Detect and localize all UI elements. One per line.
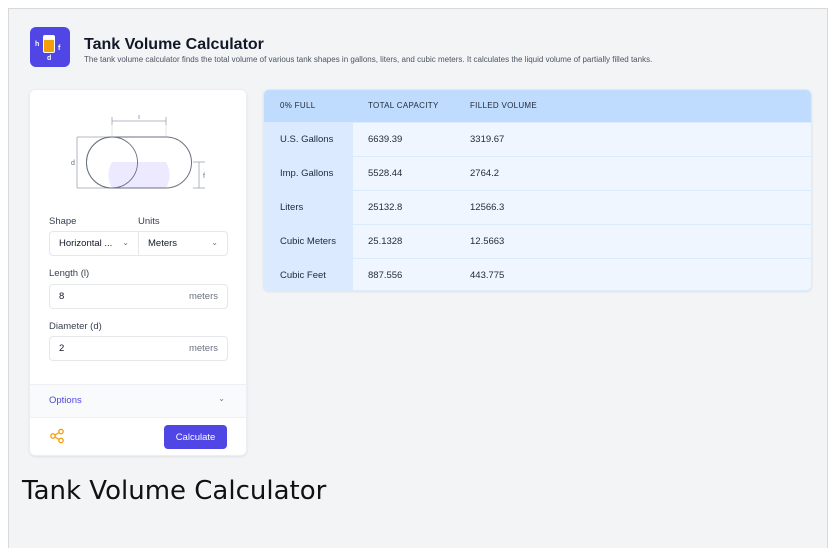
row-filled: 12.5663 — [470, 236, 505, 247]
table-row: Liters 25132.8 12566.3 — [264, 190, 811, 224]
row-unit: Cubic Feet — [280, 270, 326, 281]
table-header: 0% FULL TOTAL CAPACITY FILLED VOLUME — [264, 90, 811, 122]
input-card: l d f Shape Units Horizontal ... ⌄ Meter… — [29, 89, 247, 456]
icon-d-label: d — [47, 55, 52, 62]
diameter-input[interactable]: 2 meters — [49, 336, 228, 361]
units-label: Units — [138, 216, 160, 227]
icon-h-label: h — [35, 41, 40, 48]
tank-diagram: l d f — [71, 115, 205, 189]
table-row: U.S. Gallons 6639.39 3319.67 — [264, 122, 811, 156]
table-row: Cubic Meters 25.1328 12.5663 — [264, 224, 811, 258]
chevron-down-icon: ⌄ — [211, 238, 218, 247]
row-unit: Imp. Gallons — [280, 168, 334, 179]
length-value: 8 — [59, 291, 65, 302]
header: h f d Tank Volume Calculator The tank vo… — [30, 27, 810, 72]
row-total: 25.1328 — [368, 236, 403, 247]
page-subtitle: The tank volume calculator finds the tot… — [84, 55, 653, 64]
row-total: 6639.39 — [368, 134, 403, 145]
row-total: 887.556 — [368, 270, 403, 281]
chevron-down-icon: ⌄ — [122, 238, 129, 247]
shape-label: Shape — [49, 216, 77, 227]
column-header: FILLED VOLUME — [470, 101, 538, 110]
row-unit: U.S. Gallons — [280, 134, 334, 145]
row-filled: 3319.67 — [470, 134, 505, 145]
diagram-fill-label: f — [203, 173, 205, 180]
row-unit: Cubic Meters — [280, 236, 336, 247]
column-header: 0% FULL — [280, 101, 316, 110]
results-table: 0% FULL TOTAL CAPACITY FILLED VOLUME U.S… — [263, 89, 812, 291]
diameter-unit: meters — [188, 343, 218, 354]
row-unit: Liters — [280, 202, 304, 213]
units-select-value: Meters — [148, 238, 178, 249]
row-filled: 443.775 — [470, 270, 505, 281]
diagram-diameter-label: d — [71, 160, 75, 167]
table-row: Cubic Feet 887.556 443.775 — [264, 258, 811, 290]
shape-select-value: Horizontal ... — [59, 238, 113, 249]
chevron-down-icon: ⌄ — [218, 394, 225, 403]
diameter-value: 2 — [59, 343, 65, 354]
page-caption: Tank Volume Calculator — [22, 476, 327, 506]
table-row: Imp. Gallons 5528.44 2764.2 — [264, 156, 811, 190]
icon-f-label: f — [58, 45, 61, 52]
share-icon[interactable] — [49, 428, 65, 444]
options-label: Options — [49, 395, 82, 406]
row-total: 25132.8 — [368, 202, 403, 213]
row-filled: 2764.2 — [470, 168, 500, 179]
options-toggle[interactable]: Options ⌄ — [30, 384, 246, 418]
length-input[interactable]: 8 meters — [49, 284, 228, 309]
calculate-button[interactable]: Calculate — [164, 425, 227, 449]
tank-icon — [43, 35, 55, 53]
diameter-label: Diameter (d) — [49, 321, 102, 332]
shape-select[interactable]: Horizontal ... ⌄ — [49, 231, 139, 256]
diagram-length-label: l — [138, 115, 140, 121]
row-filled: 12566.3 — [470, 202, 505, 213]
length-label: Length (l) — [49, 268, 90, 279]
page-title: Tank Volume Calculator — [84, 36, 264, 53]
units-select[interactable]: Meters ⌄ — [138, 231, 228, 256]
row-total: 5528.44 — [368, 168, 403, 179]
tank-app-icon: h f d — [30, 27, 70, 67]
length-unit: meters — [188, 291, 218, 302]
column-header: TOTAL CAPACITY — [368, 101, 439, 110]
